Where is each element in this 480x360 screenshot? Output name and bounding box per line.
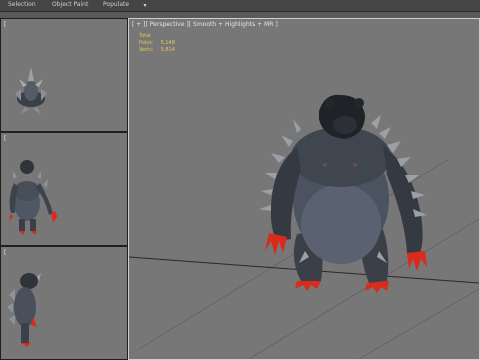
menu-populate[interactable]: Populate: [103, 1, 129, 8]
perspective-scene: [129, 94, 479, 359]
left-view-model: [7, 273, 41, 347]
front-view-model: [9, 160, 59, 235]
viewport-left-label[interactable]: [: [4, 249, 6, 256]
viewport-front[interactable]: [: [0, 132, 128, 246]
menu-dropdown-icon[interactable]: ▾: [138, 2, 152, 9]
menu-selection[interactable]: Selection: [8, 1, 36, 8]
viewport-front-label[interactable]: [: [4, 135, 6, 142]
menu-bar: Selection Object Paint Populate ▾: [0, 0, 480, 12]
menu-object-paint[interactable]: Object Paint: [52, 1, 88, 8]
viewport-top[interactable]: [: [0, 18, 128, 132]
viewport-top-label[interactable]: [: [4, 21, 6, 28]
creature-model: [259, 94, 427, 293]
viewport-perspective[interactable]: [ + ][ Perspective ][ Smooth + Highlight…: [128, 18, 480, 360]
top-view-model: [15, 67, 47, 114]
viewport-left[interactable]: [: [0, 246, 128, 360]
